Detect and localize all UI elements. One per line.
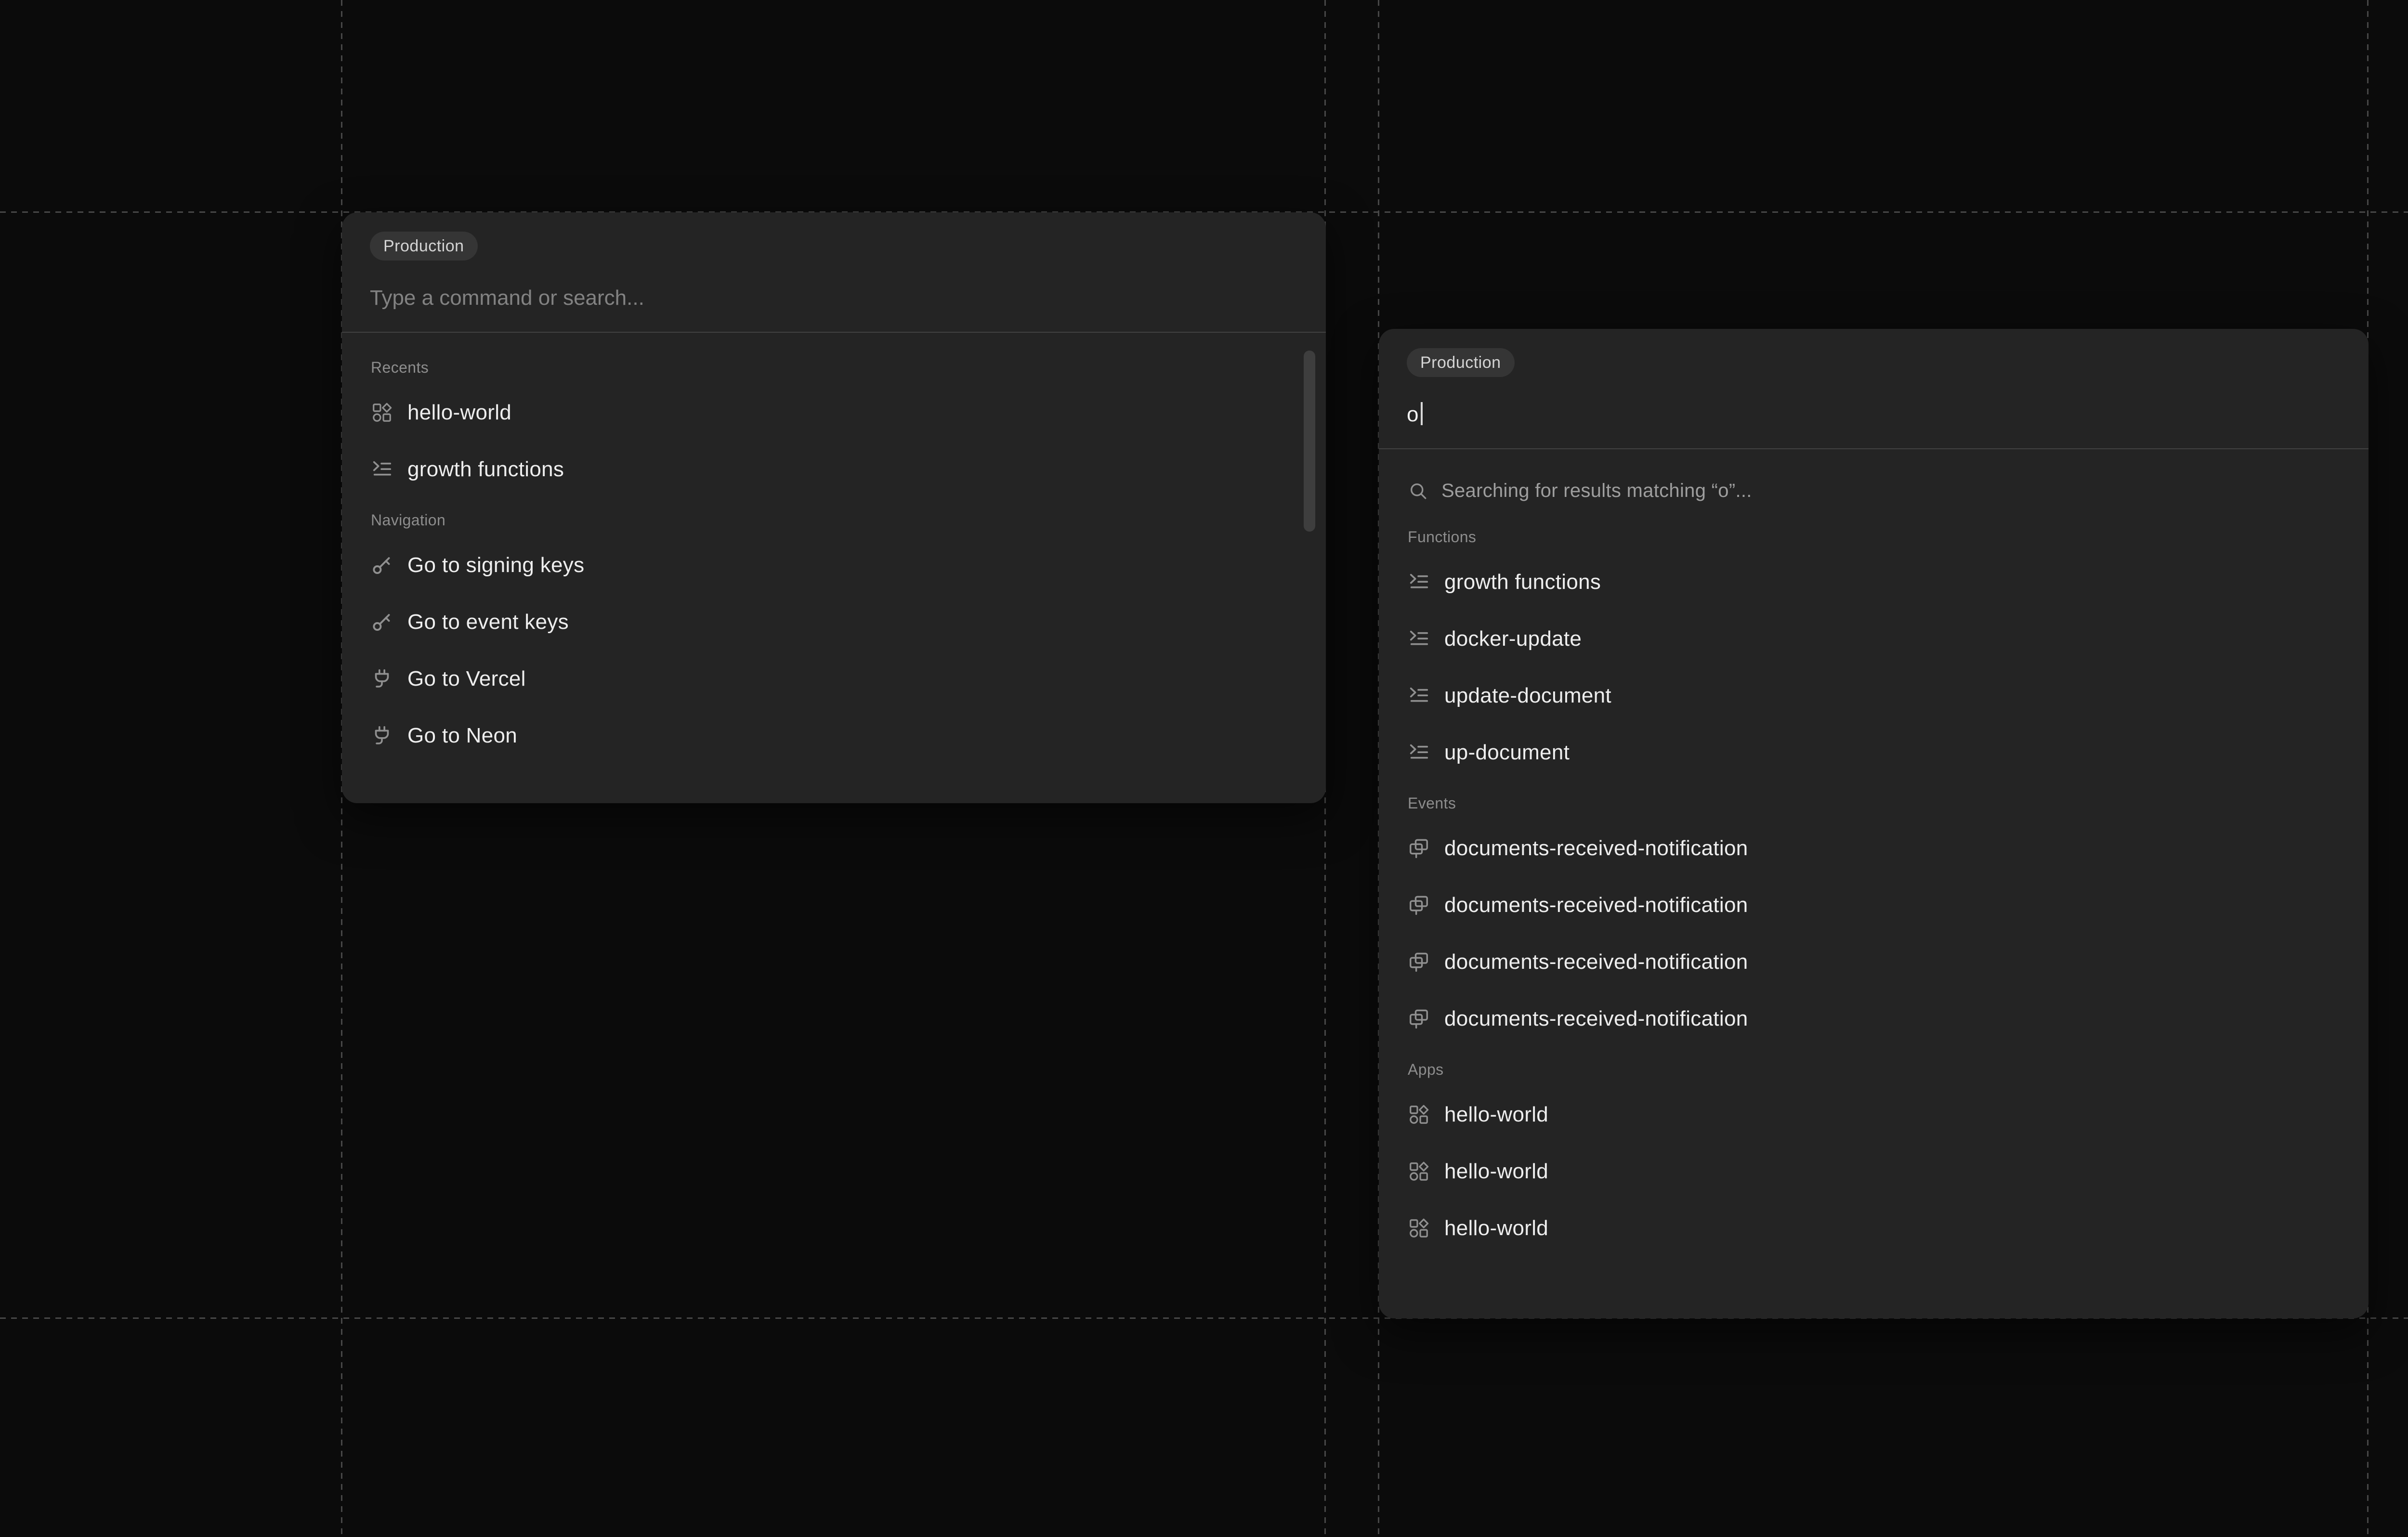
command-item[interactable]: growth functions [342,441,1326,498]
command-item-label: hello-world [1444,1216,1548,1240]
text-cursor [1421,402,1423,425]
command-item-label: Go to event keys [407,610,569,634]
command-palette-right: Production o Searching for results match… [1379,329,2369,1318]
command-search-input[interactable]: Type a command or search... [370,286,1297,332]
function-icon [371,458,393,481]
command-search-input[interactable]: o [1407,402,2340,448]
command-item-label: docker-update [1444,627,1582,651]
plug-icon [371,725,393,747]
section-label: Apps [1379,1047,2369,1086]
function-icon [1408,685,1430,707]
command-item[interactable]: hello-world [1379,1200,2369,1257]
command-item-label: documents-received-notification [1444,893,1748,917]
event-icon [1408,951,1430,973]
section-label: Events [1379,781,2369,820]
event-icon [1408,837,1430,860]
command-item-label: hello-world [1444,1103,1548,1127]
command-item[interactable]: Go to Neon [342,707,1326,764]
command-item-label: growth functions [407,457,564,482]
command-item[interactable]: update-document [1379,667,2369,724]
command-palette-left: Production Type a command or search... R… [342,212,1326,803]
command-item[interactable]: documents-received-notification [1379,820,2369,877]
search-icon [1408,481,1428,501]
search-status-text: Searching for results matching “o”... [1441,480,1752,502]
app-icon [1408,1104,1430,1126]
command-item[interactable]: up-document [1379,724,2369,781]
command-item[interactable]: hello-world [1379,1143,2369,1200]
function-icon [1408,628,1430,650]
palette-header: Production Type a command or search... [342,212,1326,332]
key-icon [371,611,393,633]
command-item-label: hello-world [1444,1159,1548,1184]
function-icon [1408,571,1430,593]
function-icon [1408,742,1430,764]
command-item[interactable]: docker-update [1379,611,2369,667]
scrollbar-thumb[interactable] [1304,351,1315,532]
command-item[interactable]: Go to signing keys [342,537,1326,594]
environment-badge[interactable]: Production [370,232,478,261]
command-item-label: update-document [1444,684,1611,708]
command-item-label: hello-world [407,401,511,425]
command-item-label: Go to Vercel [407,667,526,691]
command-item-label: Go to signing keys [407,553,584,577]
input-placeholder: Type a command or search... [370,286,644,310]
event-icon [1408,894,1430,916]
command-list: Searching for results matching “o”... Fu… [1379,449,2369,1271]
command-item[interactable]: Go to Vercel [342,651,1326,707]
app-icon [1408,1160,1430,1183]
command-item[interactable]: documents-received-notification [1379,934,2369,990]
plug-icon [371,668,393,690]
canvas-background: { "colors":{ "background":"#0b0b0b","pan… [0,0,2408,1537]
input-value: o [1407,403,1418,426]
section-label: Recents [342,345,1326,384]
command-item-label: documents-received-notification [1444,836,1748,860]
command-item[interactable]: growth functions [1379,554,2369,611]
app-icon [1408,1217,1430,1239]
command-item[interactable]: hello-world [1379,1086,2369,1143]
key-icon [371,554,393,576]
command-item[interactable]: documents-received-notification [1379,990,2369,1047]
command-item[interactable]: Go to event keys [342,594,1326,651]
palette-header: Production o [1379,329,2369,448]
environment-badge[interactable]: Production [1407,348,1515,377]
search-status: Searching for results matching “o”... [1379,467,2369,515]
section-label: Navigation [342,498,1326,537]
command-list: Recents hello-world growth functions Naviga… [342,333,1326,779]
app-icon [371,402,393,424]
section-label: Functions [1379,515,2369,554]
event-icon [1408,1008,1430,1030]
command-item[interactable]: documents-received-notification [1379,877,2369,934]
command-item-label: documents-received-notification [1444,950,1748,974]
command-item-label: growth functions [1444,570,1601,594]
command-item-label: documents-received-notification [1444,1007,1748,1031]
command-item-label: up-document [1444,741,1570,765]
command-item-label: Go to Neon [407,724,517,748]
command-item[interactable]: hello-world [342,384,1326,441]
